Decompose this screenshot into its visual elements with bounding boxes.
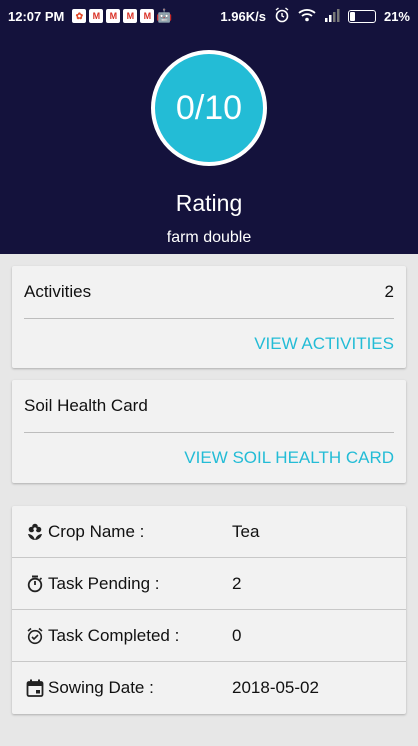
- soil-health-label: Soil Health Card: [24, 396, 148, 415]
- alarm-check-icon: [24, 627, 46, 645]
- gmail-notification-icon: M: [89, 9, 104, 23]
- task-completed-label: Task Completed :: [48, 625, 180, 645]
- gmail-notification-icon: M: [140, 9, 155, 23]
- soil-health-card: Soil Health Card VIEW SOIL HEALTH CARD: [12, 380, 406, 483]
- farm-details-card: Crop Name : Tea Task Pending : 2 Task Co…: [12, 506, 406, 714]
- network-speed: 1.96K/s: [220, 8, 266, 24]
- timer-icon: [24, 575, 46, 593]
- sowing-date-row: Sowing Date : 2018-05-02: [12, 662, 406, 714]
- signal-icon: [324, 8, 340, 25]
- rating-circle: 0/10: [151, 50, 267, 166]
- rating-label: Rating: [175, 190, 243, 216]
- task-completed-row: Task Completed : 0: [12, 610, 406, 662]
- sowing-date-value: 2018-05-02: [232, 678, 319, 697]
- crop-name-label: Crop Name :: [48, 521, 145, 541]
- sowing-date-label: Sowing Date :: [48, 678, 154, 697]
- battery-percent: 21%: [383, 8, 410, 24]
- activities-count: 2: [384, 282, 394, 301]
- crop-name-value: Tea: [232, 521, 260, 541]
- activities-label: Activities: [24, 282, 92, 301]
- flower-icon: [24, 523, 46, 541]
- wifi-icon: [298, 8, 316, 25]
- gmail-notification-icon: M: [123, 9, 138, 23]
- rating-header: 0/10 Rating farm double: [0, 32, 418, 254]
- android-notification-icon: 🤖: [156, 8, 173, 23]
- status-time: 12:07 PM: [8, 8, 65, 24]
- view-activities-button[interactable]: VIEW ACTIVITIES: [254, 334, 394, 354]
- farm-name: farm double: [166, 229, 252, 246]
- gmail-notification-icon: M: [106, 9, 121, 23]
- status-bar: 12:07 PM ✿ M M M M 🤖 1.96K/s 21%: [0, 0, 418, 32]
- calendar-icon: [24, 679, 46, 697]
- notification-icons: ✿ M M M M 🤖: [72, 8, 173, 23]
- photos-notification-icon: ✿: [72, 9, 87, 23]
- crop-name-row: Crop Name : Tea: [12, 506, 406, 558]
- task-pending-label: Task Pending :: [48, 573, 160, 593]
- task-completed-value: 0: [232, 625, 242, 645]
- task-pending-row: Task Pending : 2: [12, 558, 406, 610]
- battery-icon: [347, 9, 376, 23]
- view-soil-health-card-button[interactable]: VIEW SOIL HEALTH CARD: [184, 448, 394, 468]
- battery-level: [349, 11, 355, 21]
- activities-card: Activities 2 VIEW ACTIVITIES: [12, 266, 406, 368]
- task-pending-value: 2: [232, 573, 242, 593]
- alarm-icon: [274, 6, 290, 26]
